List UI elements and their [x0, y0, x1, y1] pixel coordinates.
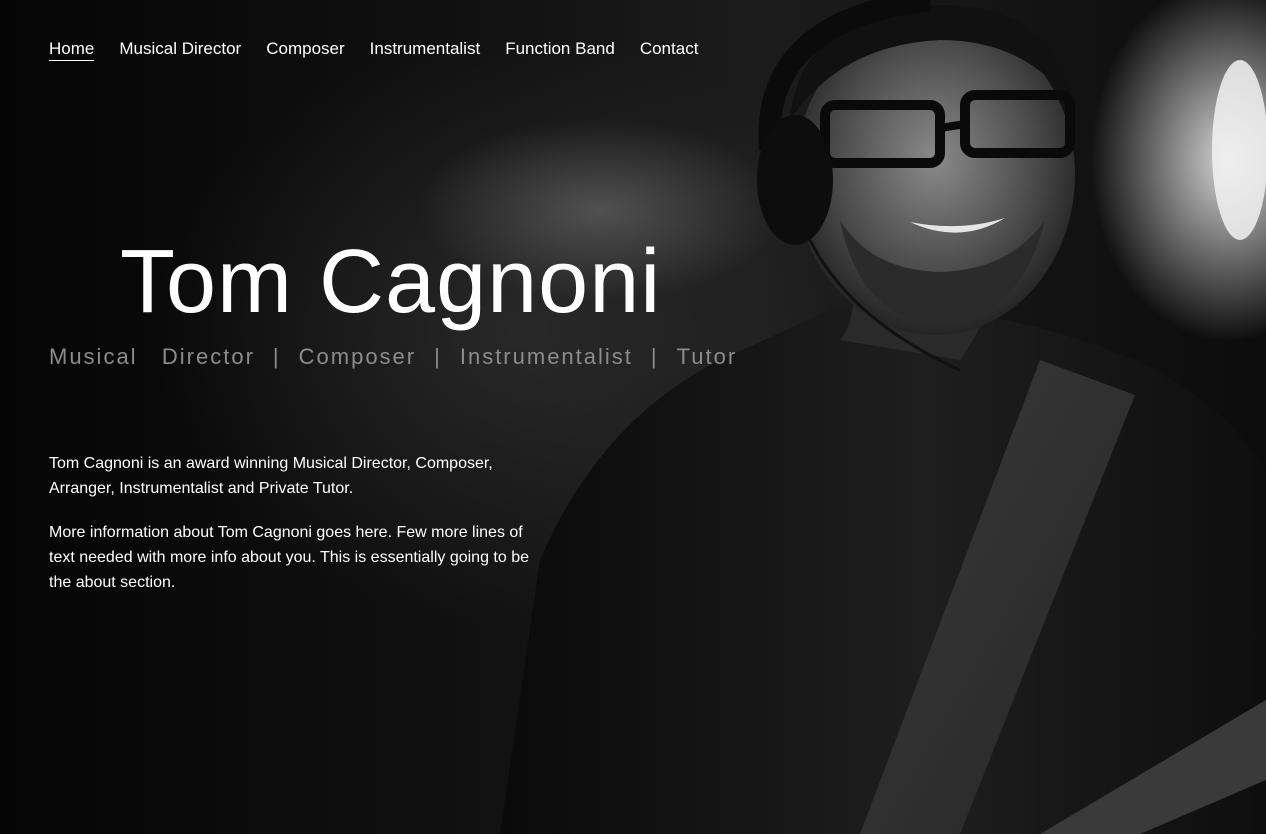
nav-musical-director[interactable]: Musical Director [119, 38, 241, 61]
nav-instrumentalist[interactable]: Instrumentalist [370, 38, 481, 61]
role-separator: | [650, 344, 659, 369]
about-paragraph-2: More information about Tom Cagnoni goes … [49, 524, 529, 591]
nav-home[interactable]: Home [49, 38, 95, 61]
nav-contact[interactable]: Contact [640, 38, 699, 61]
performer-photo [500, 0, 1266, 834]
roles-tagline: Musical Director | Composer | Instrument… [49, 344, 737, 370]
role-musical-director: Musical Director [49, 344, 255, 369]
about-section: Tom Cagnoni is an award winning Musical … [49, 451, 539, 614]
role-separator: | [434, 344, 442, 369]
nav-function-band[interactable]: Function Band [505, 38, 615, 61]
about-paragraph-1: Tom Cagnoni is an award winning Musical … [49, 455, 493, 497]
role-instrumentalist: Instrumentalist [459, 344, 633, 369]
main-nav: Home Musical Director Composer Instrumen… [49, 38, 698, 61]
nav-composer[interactable]: Composer [266, 38, 344, 61]
role-separator: | [272, 344, 281, 369]
hero-background [0, 0, 1266, 834]
page-title: Tom Cagnoni [120, 232, 662, 332]
role-tutor: Tutor [676, 344, 738, 369]
role-composer: Composer [298, 344, 417, 369]
